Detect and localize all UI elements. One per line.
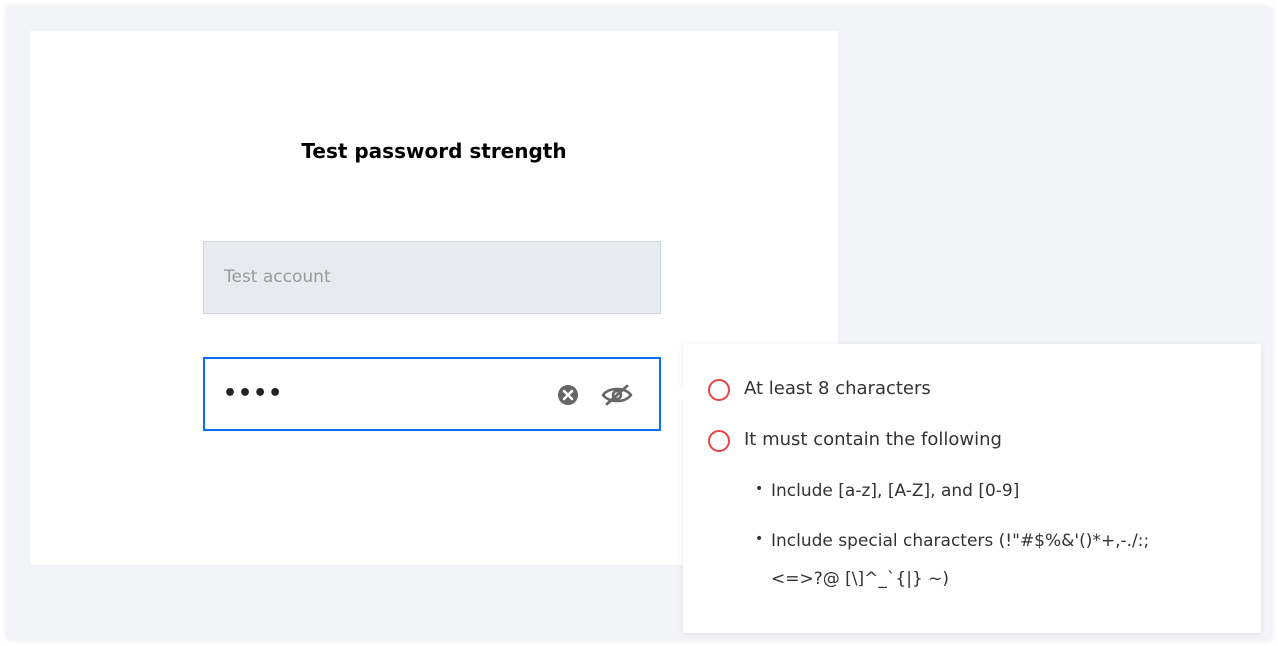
unmet-status-icon — [708, 379, 730, 401]
requirement-label: At least 8 characters — [744, 378, 931, 399]
page-title: Test password strength — [301, 139, 567, 163]
password-masked-value: •••• — [223, 381, 284, 406]
bullet-icon: • — [755, 531, 764, 547]
sub-requirement-label-line-2: <=>?@ [\]^_`{|} ~) — [771, 569, 950, 589]
sub-requirement-label: Include [a-z], [A-Z], and [0-9] — [771, 481, 1020, 501]
unmet-status-icon — [708, 430, 730, 452]
eye-off-icon[interactable] — [599, 383, 635, 407]
password-input[interactable]: •••• — [203, 357, 661, 431]
bullet-icon: • — [755, 481, 764, 497]
test-account-input[interactable]: Test account — [203, 241, 661, 314]
requirement-label: It must contain the following — [744, 429, 1002, 450]
sub-requirement-label-line-1: Include special characters (!"#$%&'()*+,… — [771, 531, 1150, 551]
password-requirements-popover: At least 8 characters It must contain th… — [675, 344, 1261, 633]
page-backdrop: Test password strength Test account •••• — [7, 7, 1271, 639]
clear-icon[interactable] — [557, 384, 579, 406]
